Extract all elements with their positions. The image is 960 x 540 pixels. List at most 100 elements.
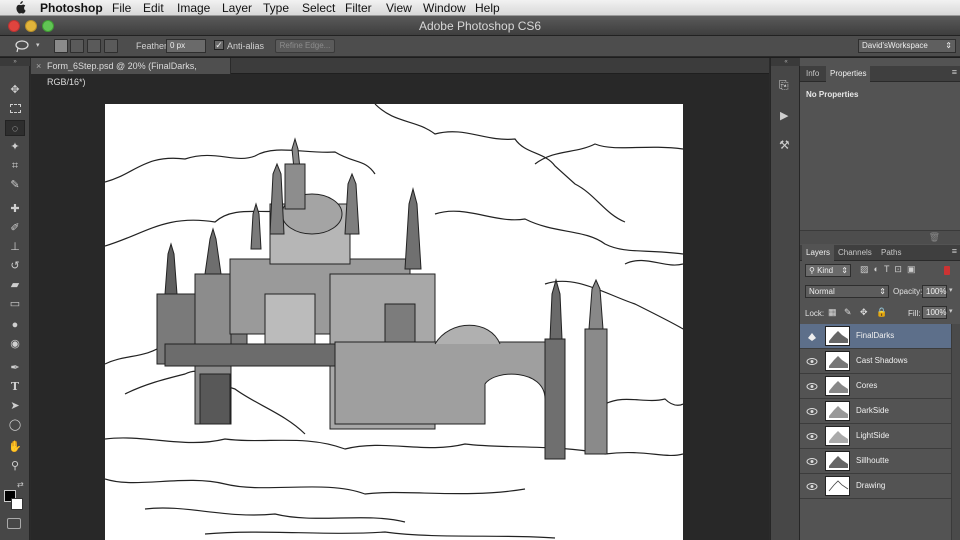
layer-name: Cores (856, 381, 878, 390)
tab-properties[interactable]: Properties (826, 66, 871, 82)
subtract-selection-icon[interactable] (87, 39, 101, 53)
lock-pixels-icon[interactable]: ✎ (844, 307, 852, 318)
tool-presets-icon[interactable]: ⚒ (779, 138, 790, 152)
brush-tool-icon[interactable]: ✐ (5, 220, 25, 236)
menu-window[interactable]: Window (423, 1, 466, 15)
apple-icon[interactable] (14, 1, 26, 14)
preset-dropdown-icon[interactable]: ▾ (36, 41, 40, 49)
layer-name: Cast Shadows (856, 356, 908, 365)
hand-tool-icon[interactable]: ✋ (5, 439, 25, 455)
antialias-label: Anti-alias (227, 41, 265, 51)
menu-image[interactable]: Image (177, 1, 210, 15)
gradient-tool-icon[interactable]: ▭ (5, 296, 25, 312)
blur-tool-icon[interactable]: ● (5, 317, 25, 333)
no-properties-message: No Properties (806, 90, 859, 99)
layer-thumbnail (825, 401, 850, 421)
close-document-icon[interactable]: × (36, 58, 41, 74)
type-tool-icon[interactable]: T (5, 379, 25, 395)
quick-mask-icon[interactable] (7, 518, 21, 529)
history-icon[interactable]: ⎘ (779, 78, 789, 93)
menu-filter[interactable]: Filter (345, 1, 372, 15)
opacity-dropdown-icon[interactable]: ▾ (949, 286, 953, 294)
document-canvas[interactable] (105, 104, 683, 540)
layer-row[interactable]: Cores (800, 374, 951, 399)
layer-row[interactable]: DarkSide (800, 399, 951, 424)
lasso-preset-icon[interactable] (14, 39, 30, 53)
dodge-tool-icon[interactable]: ◉ (5, 336, 25, 352)
crop-tool-icon[interactable]: ⌗ (5, 158, 25, 174)
tab-channels[interactable]: Channels (834, 245, 876, 261)
layer-thumbnail (825, 476, 850, 496)
swap-colors-icon[interactable]: ⇄ (17, 480, 24, 489)
tab-layers[interactable]: Layers (802, 245, 835, 261)
collapse-strip-icon[interactable]: « (771, 58, 801, 66)
layers-panel-menu-icon[interactable]: ≡ (952, 246, 957, 256)
layer-row[interactable]: FinalDarks (800, 324, 951, 349)
background-color-swatch[interactable] (11, 498, 23, 510)
menu-layer[interactable]: Layer (222, 1, 252, 15)
collapse-tools-icon[interactable]: » (0, 58, 30, 66)
menu-select[interactable]: Select (302, 1, 335, 15)
menu-help[interactable]: Help (475, 1, 500, 15)
magic-wand-tool-icon[interactable]: ✦ (5, 139, 25, 155)
layer-row[interactable]: Sillhoutte (800, 449, 951, 474)
healing-brush-tool-icon[interactable]: ✚ (5, 201, 25, 217)
intersect-selection-icon[interactable] (104, 39, 118, 53)
lock-transparency-icon[interactable]: ▦ (828, 307, 837, 318)
visibility-eye-icon[interactable] (806, 356, 818, 367)
layer-row[interactable]: Cast Shadows (800, 349, 951, 374)
menu-type[interactable]: Type (263, 1, 289, 15)
visibility-eye-icon[interactable] (806, 431, 818, 442)
filter-toggle-icon[interactable] (944, 266, 950, 275)
lock-all-icon[interactable]: 🔒 (876, 307, 887, 318)
menu-view[interactable]: View (386, 1, 412, 15)
visibility-eye-icon[interactable] (806, 381, 818, 392)
menu-file[interactable]: File (112, 1, 131, 15)
layer-filter-icons[interactable]: ▨◐T⊡▣ (860, 264, 940, 277)
actions-play-icon[interactable]: ▶ (780, 109, 788, 122)
eraser-tool-icon[interactable]: ▰ (5, 277, 25, 293)
zoom-tool-icon[interactable]: ⚲ (5, 458, 25, 474)
visibility-eye-icon[interactable] (806, 406, 818, 417)
layer-name: Drawing (856, 481, 886, 490)
app-menu[interactable]: Photoshop (40, 1, 103, 15)
lock-position-icon[interactable]: ✥ (860, 307, 868, 318)
add-selection-icon[interactable] (70, 39, 84, 53)
delete-icon[interactable]: 🗑 (929, 232, 940, 243)
blend-mode-select[interactable]: Normal ⇕ (805, 285, 889, 298)
history-brush-tool-icon[interactable]: ↺ (5, 258, 25, 274)
clone-stamp-tool-icon[interactable]: ⊥ (5, 239, 25, 255)
lasso-tool-icon[interactable]: ◌ (5, 120, 25, 136)
fill-dropdown-icon[interactable]: ▾ (949, 307, 953, 315)
tab-paths[interactable]: Paths (877, 245, 905, 261)
menu-edit[interactable]: Edit (143, 1, 164, 15)
refine-edge-button[interactable]: Refine Edge... (275, 39, 335, 53)
filter-kind-select[interactable]: ⚲ Kind ⇕ (805, 264, 851, 277)
window-title: Adobe Photoshop CS6 (418, 19, 542, 33)
layer-row[interactable]: Drawing (800, 474, 951, 499)
move-tool-icon[interactable]: ✥ (5, 82, 25, 98)
opacity-input[interactable]: 100% (922, 285, 947, 298)
panel-menu-icon[interactable]: ≡ (952, 67, 957, 77)
pen-tool-icon[interactable]: ✒ (5, 360, 25, 376)
path-selection-tool-icon[interactable]: ➤ (5, 398, 25, 414)
visibility-eye-icon[interactable] (806, 481, 818, 492)
marquee-tool-icon[interactable] (5, 101, 25, 117)
layers-scrollbar[interactable] (951, 324, 960, 540)
feather-input[interactable]: 0 px (166, 39, 206, 53)
workspace-label: David'sWorkspace (862, 41, 928, 50)
eyedropper-tool-icon[interactable]: ✎ (5, 177, 25, 193)
fill-input[interactable]: 100% (922, 306, 947, 319)
visibility-eye-icon[interactable] (806, 456, 818, 467)
document-tab[interactable]: × Form_6Step.psd @ 20% (FinalDarks, RGB/… (31, 58, 231, 87)
visibility-eye-icon[interactable] (806, 331, 818, 342)
workspace-switcher[interactable]: David'sWorkspace ⇕ (858, 39, 956, 53)
layer-thumbnail (825, 351, 850, 371)
blend-mode-label: Normal (809, 287, 835, 296)
layer-name: LightSide (856, 431, 890, 440)
layer-row[interactable]: LightSide (800, 424, 951, 449)
ellipse-tool-icon[interactable]: ◯ (5, 417, 25, 433)
antialias-checkbox[interactable]: ✓ (214, 40, 224, 50)
new-selection-icon[interactable] (54, 39, 68, 53)
tab-info[interactable]: Info (802, 66, 823, 82)
